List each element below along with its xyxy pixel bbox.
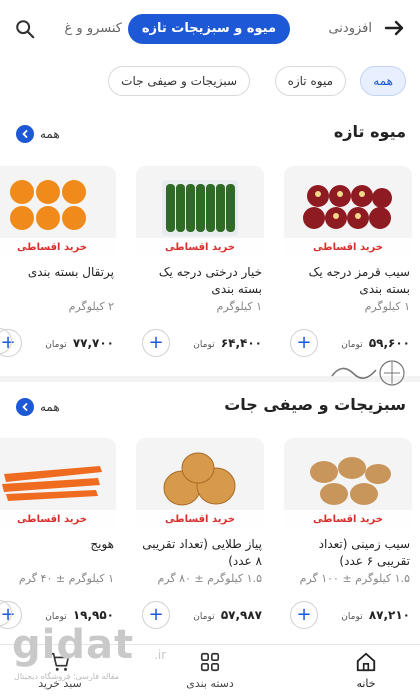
filter-chip-fresh-fruit[interactable]: میوه تازه [274,66,346,96]
installment-badge: خرید اقساطی [0,510,116,530]
product-price: ۵۷,۹۸۷ تومان [193,608,262,622]
price-currency: تومان [341,340,363,350]
installment-badge: خرید اقساطی [136,238,264,258]
filter-chip-vegetables[interactable]: سبزیجات و صیفی جات [108,66,250,96]
price-currency: تومان [193,612,215,622]
gidat-watermark: gidat .ir مقاله فارسی؛ فروشگاه دیجیتال [12,622,172,684]
product-weight: ۱.۵ کیلوگرم ± ۱۰۰ گرم [299,572,410,585]
product-weight: ۱ کیلوگرم ± ۴۰ گرم [18,572,114,585]
nav-home-label: خانه [356,677,376,690]
watermark-logo-text: gidat [12,622,135,668]
price-value: ۵۷,۹۸۷ [220,608,262,622]
price-value: ۵۹,۶۰۰ [368,336,410,350]
price-value: ۶۴,۴۰۰ [220,336,262,350]
category-tab-fresh-produce[interactable]: میوه و سبزیجات تازه [127,14,290,44]
top-bar: افزودنی میوه و سبزیجات تازه کنسرو و غ [0,0,420,58]
product-card-cucumber[interactable]: خرید اقساطی خیار درختی درجه یک بسته بندی… [130,166,270,371]
plus-icon: + [296,332,312,353]
section-title-fresh-fruit: میوه تازه [333,122,406,141]
plus-icon: + [296,604,312,625]
see-all-fresh-fruit[interactable]: همه [16,124,60,144]
product-name: خیار درختی درجه یک بسته بندی [158,265,262,296]
installment-badge: خرید اقساطی [136,510,264,530]
product-name: پرتقال بسته بندی [27,265,114,279]
search-icon[interactable] [14,18,36,40]
see-all-label: همه [40,400,60,414]
price-currency: تومان [341,612,363,622]
price-value: ۸۷,۲۱۰ [368,608,410,622]
installment-badge: خرید اقساطی [284,510,412,530]
product-name: سیب قرمز درجه یک بسته بندی [308,265,410,296]
plus-icon: + [148,332,164,353]
nav-categories[interactable]: دسته بندی [170,651,250,690]
back-arrow-icon[interactable] [382,16,406,40]
product-card-carrot[interactable]: خرید اقساطی هویج ۱ کیلوگرم ± ۴۰ گرم ۱۹,۹… [0,438,122,643]
product-weight: ۱ کیلوگرم [364,300,410,313]
see-all-label: همه [40,127,60,141]
price-currency: تومان [193,340,215,350]
add-to-cart-button[interactable]: + [142,601,170,629]
section-title-vegetables: سبزیجات و صیفی جات [224,395,406,414]
product-name: پیاز طلایی (تعداد تقریبی ۸ عدد) [142,537,262,568]
nav-categories-label: دسته بندی [186,677,234,690]
add-to-cart-button[interactable]: + [290,329,318,357]
product-card-potato[interactable]: خرید اقساطی سیب زمینی (تعداد تقریبی ۶ عد… [278,438,418,643]
product-name: هویج [90,537,114,551]
product-card-orange[interactable]: خرید اقساطی پرتقال بسته بندی ۲ کیلوگرم ۷… [0,166,122,371]
product-card-onion[interactable]: خرید اقساطی پیاز طلایی (تعداد تقریبی ۸ ع… [130,438,270,643]
product-price: ۶۴,۴۰۰ تومان [193,336,262,350]
price-value: ۷۷,۷۰۰ [72,336,114,350]
product-price: ۱۹,۹۵۰ تومان [45,608,114,622]
product-name: سیب زمینی (تعداد تقریبی ۶ عدد) [318,537,410,568]
installment-badge: خرید اقساطی [0,238,116,258]
see-all-vegetables[interactable]: همه [16,397,60,417]
watermark-logo [331,360,405,386]
add-to-cart-button[interactable]: + [142,329,170,357]
product-price: ۸۷,۲۱۰ تومان [341,608,410,622]
watermark-tld: .ir [154,648,167,662]
product-weight: ۱ کیلوگرم [216,300,262,313]
installment-badge: خرید اقساطی [284,238,412,258]
price-value: ۱۹,۹۵۰ [72,608,114,622]
watermark-subtitle: مقاله فارسی؛ فروشگاه دیجیتال [14,672,120,681]
product-weight: ۱.۵ کیلوگرم ± ۸۰ گرم [157,572,263,585]
product-price: ۷۷,۷۰۰ تومان [45,336,114,350]
home-icon [356,652,376,672]
add-to-cart-button[interactable]: + [290,601,318,629]
filter-chip-all[interactable]: همه [360,66,406,96]
product-card-red-apple[interactable]: خرید اقساطی سیب قرمز درجه یک بسته بندی ۱… [278,166,418,371]
category-tab-canned[interactable]: کنسرو و غ [65,14,122,44]
chevron-left-icon [16,398,34,416]
category-tab-additives[interactable]: افزودنی [328,14,372,44]
plus-icon: + [148,604,164,625]
price-currency: تومان [45,340,67,350]
nav-home[interactable]: خانه [326,651,406,690]
product-weight: ۲ کیلوگرم [68,300,114,313]
chevron-left-icon [16,125,34,143]
product-price: ۵۹,۶۰۰ تومان [341,336,410,350]
grid-icon [200,652,220,672]
price-currency: تومان [45,612,67,622]
